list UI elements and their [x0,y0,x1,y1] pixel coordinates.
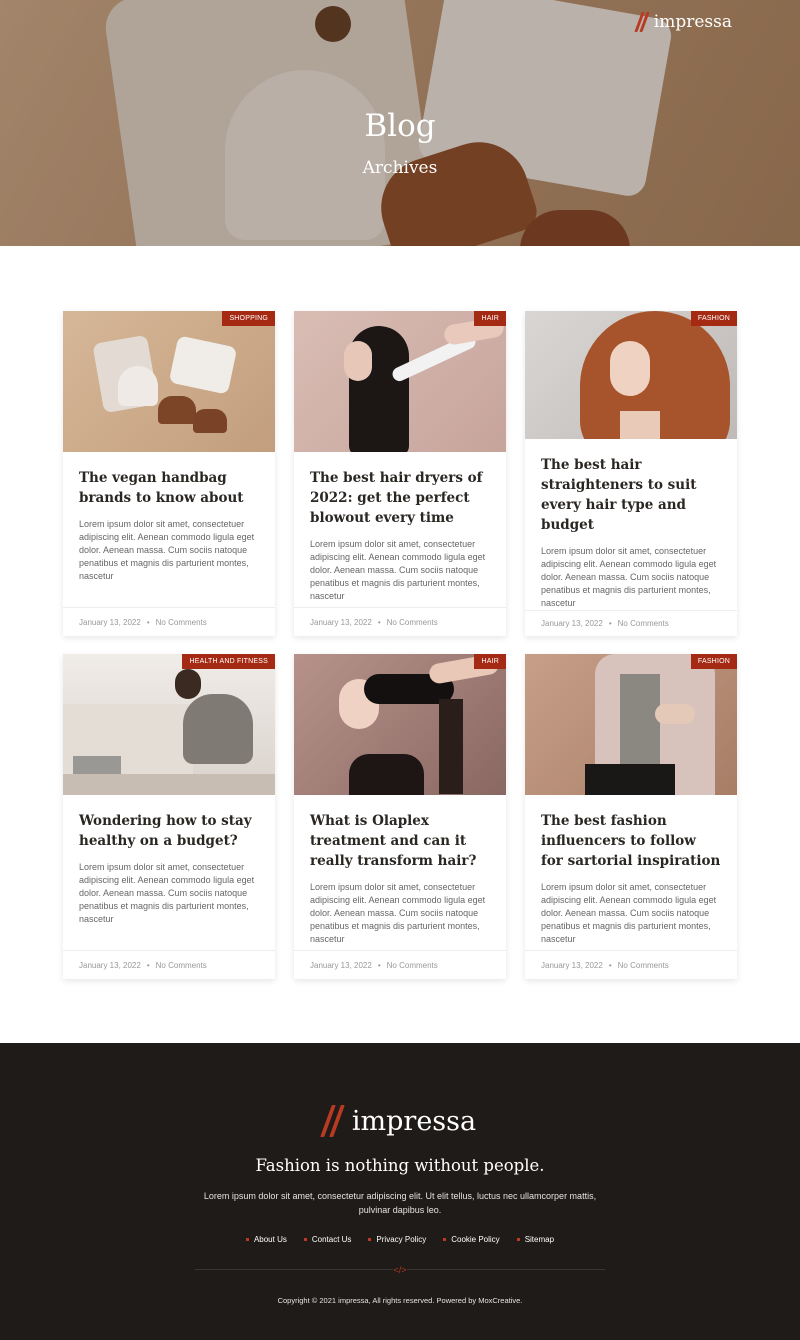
category-badge[interactable]: Health and Fitness [182,654,275,669]
post-meta: January 13, 2022 • No Comments [294,607,506,636]
category-badge[interactable]: Fashion [690,311,737,326]
footer-description: Lorem ipsum dolor sit amet, consectetur … [203,1191,597,1215]
posts-grid: Shopping The vegan handbag brands to kno… [63,311,737,979]
post-excerpt: Lorem ipsum dolor sit amet, consectetuer… [541,882,717,944]
post-card[interactable]: Fashion The best hair straighteners to s… [525,311,737,636]
post-meta: January 13, 2022 • No Comments [294,950,506,979]
post-title[interactable]: Wondering how to stay healthy on a budge… [79,811,259,851]
category-badge[interactable]: Hair [474,654,506,669]
post-excerpt: Lorem ipsum dolor sit amet, consectetuer… [541,545,717,608]
post-card[interactable]: Hair What is Olaplex treatment and can i… [294,654,506,979]
page-title: Blog [364,108,436,144]
footer-link-privacy-policy[interactable]: Privacy Policy [368,1235,426,1244]
footer-logo-text: impressa [351,1105,477,1137]
post-date[interactable]: January 13, 2022 [541,961,603,970]
logo-mark-icon [634,12,652,32]
post-title[interactable]: What is Olaplex treatment and can it rea… [310,811,490,871]
logo-mark-icon [320,1105,348,1137]
post-card[interactable]: Shopping The vegan handbag brands to kno… [63,311,275,636]
category-badge[interactable]: Fashion [690,654,737,669]
category-badge[interactable]: Hair [474,311,506,326]
post-comments[interactable]: No Comments [387,618,438,627]
logo-text: impressa [653,12,732,32]
post-date[interactable]: January 13, 2022 [310,618,372,627]
divider-ornament-icon: </> [393,1265,407,1275]
post-date[interactable]: January 13, 2022 [310,961,372,970]
footer-tagline: Fashion is nothing without people. [255,1156,545,1175]
post-title[interactable]: The best fashion influencers to follow f… [541,811,721,871]
post-title[interactable]: The vegan handbag brands to know about [79,468,259,508]
hero-banner: impressa Blog Archives [0,0,800,246]
post-date[interactable]: January 13, 2022 [79,618,141,627]
post-thumbnail[interactable]: Fashion [525,654,737,795]
bullet-square-icon [443,1238,447,1241]
copyright: Copyright © 2021 impressa, All rights re… [277,1296,523,1305]
post-excerpt: Lorem ipsum dolor sit amet, consectetuer… [310,882,486,944]
post-title[interactable]: The best hair straighteners to suit ever… [541,455,721,535]
post-excerpt: Lorem ipsum dolor sit amet, consectetuer… [79,519,255,581]
post-comments[interactable]: No Comments [618,619,669,628]
footer-link-sitemap[interactable]: Sitemap [516,1235,554,1244]
category-badge[interactable]: Shopping [222,311,275,326]
post-comments[interactable]: No Comments [156,961,207,970]
post-thumbnail[interactable]: Health and Fitness [63,654,275,795]
post-thumbnail[interactable]: Hair [294,654,506,795]
footer-link-cookie-policy[interactable]: Cookie Policy [443,1235,500,1244]
post-card[interactable]: Fashion The best fashion influencers to … [525,654,737,979]
post-date[interactable]: January 13, 2022 [541,619,603,628]
post-excerpt: Lorem ipsum dolor sit amet, consectetuer… [79,862,255,924]
post-comments[interactable]: No Comments [618,961,669,970]
post-thumbnail[interactable]: Hair [294,311,506,452]
post-date[interactable]: January 13, 2022 [79,961,141,970]
post-meta: January 13, 2022 • No Comments [63,950,275,979]
post-comments[interactable]: No Comments [387,961,438,970]
bullet-square-icon [303,1238,307,1241]
post-comments[interactable]: No Comments [156,618,207,627]
footer-nav: About Us Contact Us Privacy Policy Cooki… [0,1235,800,1244]
site-logo[interactable]: impressa [634,12,732,32]
footer-logo[interactable]: impressa [0,1105,800,1137]
post-card[interactable]: Hair The best hair dryers of 2022: get t… [294,311,506,636]
bullet-square-icon [516,1238,520,1241]
site-footer: impressa Fashion is nothing without peop… [0,1043,800,1340]
post-thumbnail[interactable]: Fashion [525,311,737,439]
post-meta: January 13, 2022 • No Comments [525,950,737,979]
post-title[interactable]: The best hair dryers of 2022: get the pe… [310,468,490,528]
footer-link-contact-us[interactable]: Contact Us [303,1235,351,1244]
post-card[interactable]: Health and Fitness Wondering how to stay… [63,654,275,979]
bullet-square-icon [368,1238,372,1241]
post-meta: January 13, 2022 • No Comments [63,607,275,636]
bullet-square-icon [245,1238,249,1241]
post-meta: January 13, 2022 • No Comments [525,609,737,636]
footer-link-about-us[interactable]: About Us [245,1235,287,1244]
post-thumbnail[interactable]: Shopping [63,311,275,452]
post-excerpt: Lorem ipsum dolor sit amet, consectetuer… [310,539,486,601]
page-subtitle: Archives [362,158,438,178]
